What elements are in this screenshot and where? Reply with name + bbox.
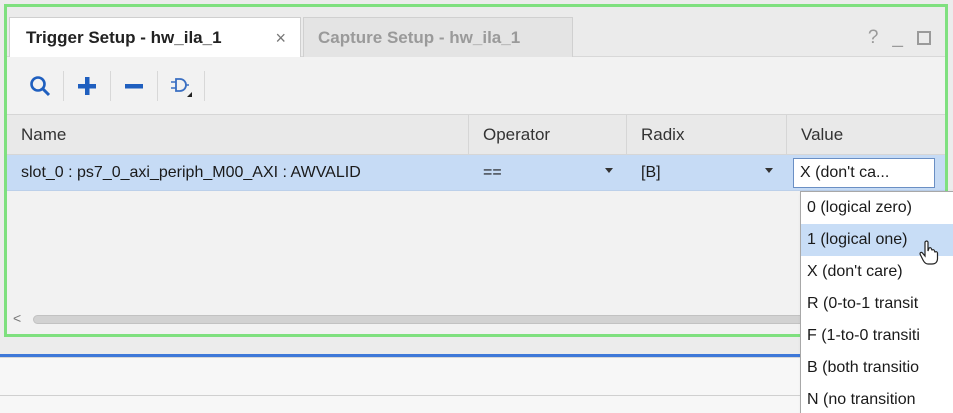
probe-name-cell[interactable]: slot_0 : ps7_0_axi_periph_M00_AXI : AWVA… xyxy=(7,155,469,190)
hand-cursor-icon xyxy=(918,240,940,271)
maximize-icon[interactable] xyxy=(917,31,931,45)
toolbar-separator xyxy=(204,71,205,101)
value-cell: X (don't ca... xyxy=(787,155,945,190)
chevron-down-icon[interactable] xyxy=(605,168,613,173)
radix-select[interactable]: [B] xyxy=(627,155,787,190)
minus-icon[interactable] xyxy=(117,69,151,103)
tab-capture-setup[interactable]: Capture Setup - hw_ila_1 xyxy=(303,17,573,57)
plus-icon[interactable] xyxy=(70,69,104,103)
toolbar-separator xyxy=(63,71,64,101)
chevron-down-icon[interactable] xyxy=(765,168,773,173)
radix-value: [B] xyxy=(641,163,661,181)
operator-value: == xyxy=(483,163,502,181)
dropdown-option[interactable]: B (both transitio xyxy=(801,352,953,384)
dropdown-option[interactable]: N (no transition xyxy=(801,384,953,413)
dropdown-option[interactable]: F (1-to-0 transiti xyxy=(801,320,953,352)
search-icon[interactable] xyxy=(23,69,57,103)
dropdown-option[interactable]: R (0-to-1 transit xyxy=(801,288,953,320)
operator-select[interactable]: == xyxy=(469,155,627,190)
scroll-left-icon[interactable]: < xyxy=(13,310,21,326)
trigger-icon[interactable] xyxy=(164,69,198,103)
column-header-name[interactable]: Name xyxy=(7,115,469,154)
table-row[interactable]: slot_0 : ps7_0_axi_periph_M00_AXI : AWVA… xyxy=(7,155,945,191)
table-header: Name Operator Radix Value xyxy=(7,114,945,155)
trigger-table: Name Operator Radix Value slot_0 : ps7_0… xyxy=(7,114,945,191)
tab-trigger-setup[interactable]: Trigger Setup - hw_ila_1 × xyxy=(9,17,301,57)
tab-trigger-setup-label: Trigger Setup - hw_ila_1 xyxy=(26,27,222,47)
value-dropdown-list: 0 (logical zero) 1 (logical one) X (don'… xyxy=(800,191,953,413)
column-header-operator[interactable]: Operator xyxy=(469,115,627,154)
tab-capture-setup-label: Capture Setup - hw_ila_1 xyxy=(318,27,521,47)
toolbar-separator xyxy=(110,71,111,101)
close-icon[interactable]: × xyxy=(275,28,286,49)
column-header-value[interactable]: Value xyxy=(787,115,945,154)
minimize-icon[interactable]: _ xyxy=(892,27,903,49)
tab-bar: Trigger Setup - hw_ila_1 × Capture Setup… xyxy=(7,7,945,57)
column-header-radix[interactable]: Radix xyxy=(627,115,787,154)
help-icon[interactable]: ? xyxy=(868,27,879,49)
vivado-window: Trigger Setup - hw_ila_1 × Capture Setup… xyxy=(0,0,953,413)
dropdown-option[interactable]: 0 (logical zero) xyxy=(801,192,953,224)
value-select[interactable]: X (don't ca... xyxy=(793,157,935,188)
window-controls: ? _ xyxy=(868,27,931,49)
toolbar-separator xyxy=(157,71,158,101)
toolbar xyxy=(7,58,945,114)
